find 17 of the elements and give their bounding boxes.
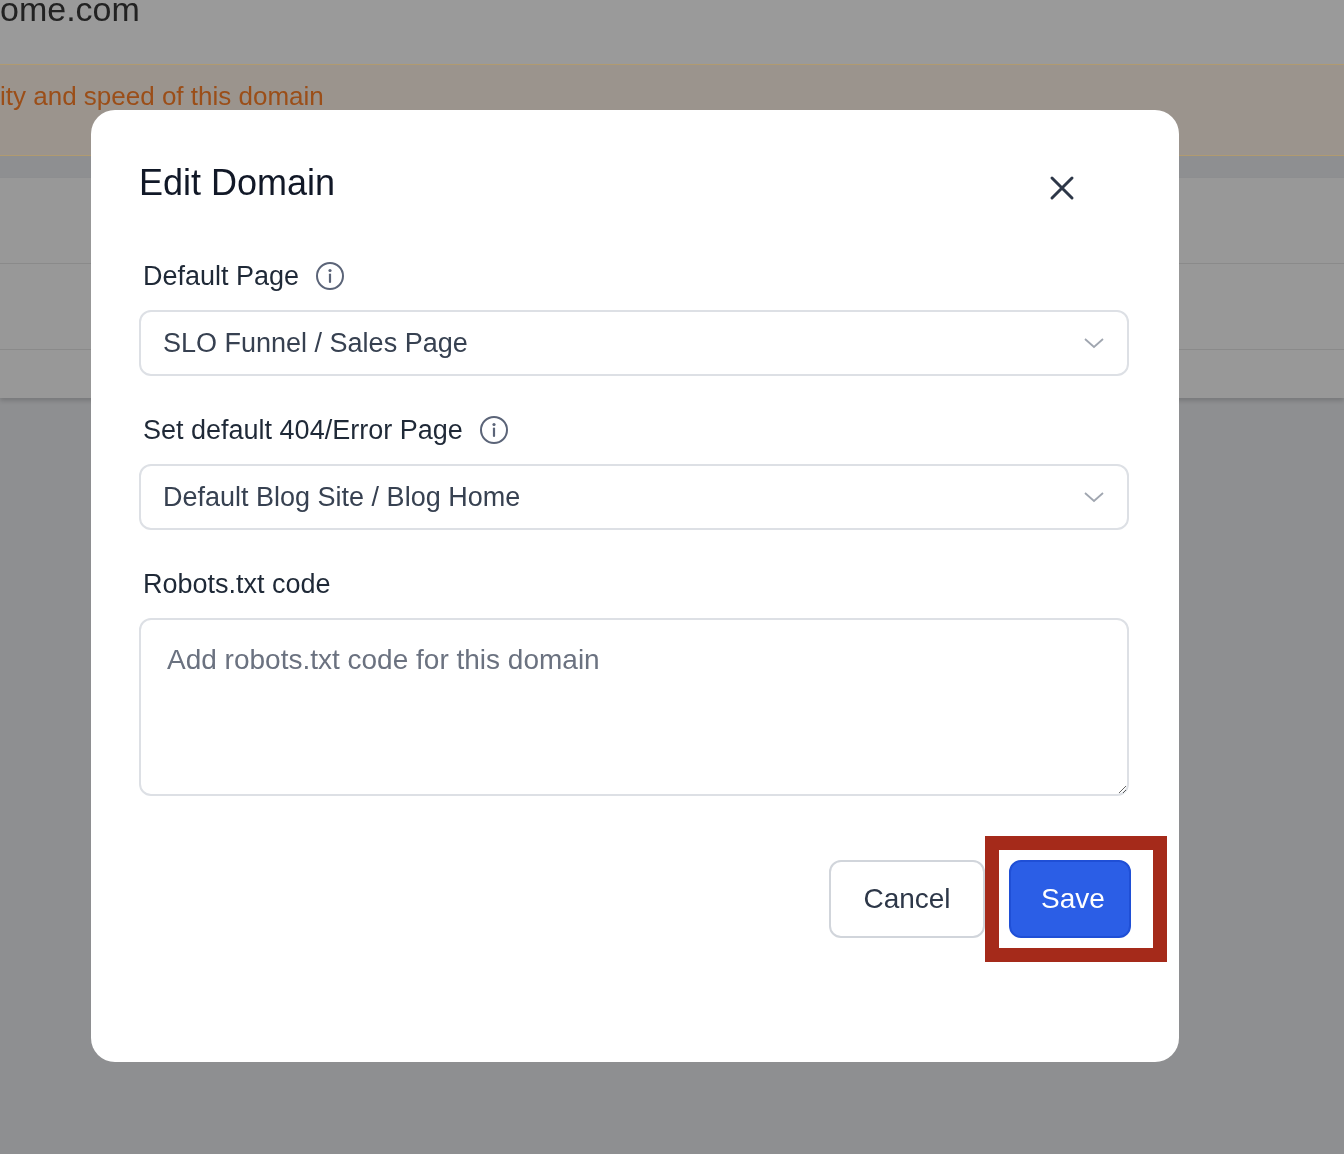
close-button[interactable]: [1049, 175, 1075, 201]
field-label: Robots.txt code: [143, 568, 331, 600]
site-title: ome.com: [0, 0, 140, 29]
info-icon[interactable]: [478, 415, 509, 445]
page-select[interactable]: Default Blog Site / Blog Home: [139, 464, 1129, 530]
info-icon[interactable]: [315, 261, 346, 291]
chevron-down-icon: [1083, 490, 1105, 504]
save-button[interactable]: Save: [1009, 860, 1131, 938]
cancel-button[interactable]: Cancel: [829, 860, 985, 938]
notice-text: ity and speed of this domain: [0, 81, 324, 112]
field-label: Default Page: [143, 260, 300, 292]
dialog-title: Edit Domain: [139, 162, 336, 204]
field-label: Set default 404/Error Page: [143, 414, 463, 446]
page-select[interactable]: SLO Funnel / Sales Page: [139, 310, 1129, 376]
close-icon: [1049, 175, 1075, 201]
robots-code-field[interactable]: Add robots.txt code for this domain: [139, 618, 1129, 796]
chevron-down-icon: [1083, 336, 1105, 350]
